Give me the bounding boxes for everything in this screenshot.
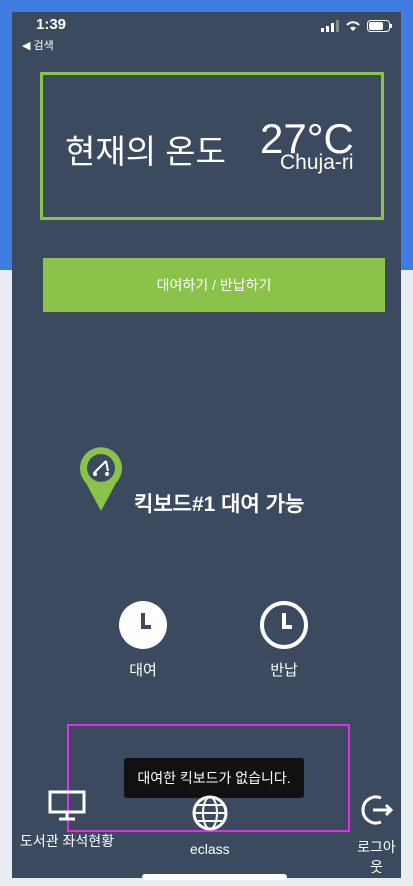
globe-icon [192,795,228,831]
signal-icon [321,20,339,32]
temperature-location: Chuja-ri [280,151,354,174]
rent-action[interactable]: 대여 [113,600,173,680]
nav-logout-label: 로그아웃 [357,839,396,875]
nav-eclass-label: eclass [190,841,230,857]
status-icons [321,20,393,32]
nav-library-label: 도서관 좌석현황 [20,833,115,849]
scooter-status-text: 킥보드#1 대여 가능 [134,493,305,516]
battery-icon [367,20,392,32]
clock: 1:39 [36,16,67,33]
logout-icon [361,795,393,825]
back-to-search[interactable]: ◀ 검색 [22,37,54,53]
clock-icon [260,601,308,649]
home-indicator[interactable] [142,874,287,880]
location-pin-icon [80,447,122,511]
nav-eclass[interactable]: eclass [190,794,230,857]
rent-label: 대여 [129,662,157,679]
wifi-icon [346,21,360,31]
return-action[interactable]: 반납 [254,600,314,680]
return-label: 반납 [270,662,298,679]
top-blue-edge [0,0,413,12]
nav-library[interactable]: 도서관 좌석현황 [20,790,114,851]
right-blue-edge [401,0,413,270]
temperature-label: 현재의 온도 [65,133,226,170]
left-blue-edge [0,0,12,270]
temperature-card: 현재의 온도 27°C Chuja-ri [40,72,384,220]
status-bar: 1:39 ◀ 검색 [12,12,401,52]
monitor-icon [48,790,86,821]
scooter-status: 킥보드#1 대여 가능 [80,440,304,518]
nav-logout[interactable]: 로그아웃 [352,792,401,877]
bottom-navigation: 도서관 좌석현황 eclass 로그아웃 [12,790,401,875]
clock-icon [119,601,167,649]
rent-return-button[interactable]: 대여하기 / 반납하기 [43,258,385,312]
left-light-edge [0,270,12,886]
